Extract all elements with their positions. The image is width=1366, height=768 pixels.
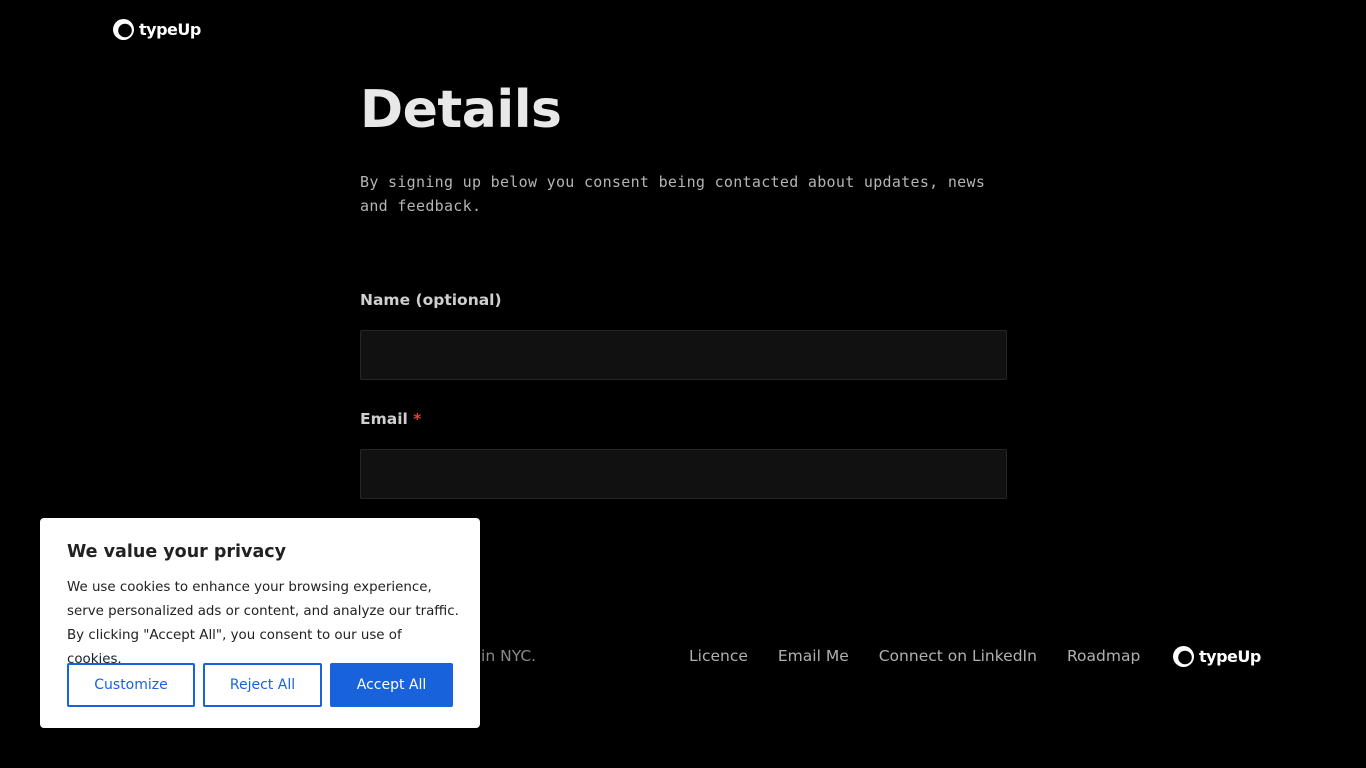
typeup-logo-icon (113, 19, 134, 40)
header-logo[interactable]: typeUp (113, 19, 201, 40)
footer-link-roadmap[interactable]: Roadmap (1067, 647, 1140, 665)
cookie-banner-actions: Customize Reject All Accept All (67, 663, 453, 707)
details-form: Details By signing up below you consent … (360, 78, 1007, 499)
accept-all-button[interactable]: Accept All (330, 663, 453, 707)
customize-button[interactable]: Customize (67, 663, 195, 707)
header-logo-text: typeUp (139, 20, 201, 39)
email-field-label: Email * (360, 409, 421, 429)
cookie-banner-text: We use cookies to enhance your browsing … (67, 580, 459, 667)
footer-logo-text: typeUp (1199, 647, 1261, 666)
name-field-label: Name (optional) (360, 290, 502, 310)
footer-link-licence[interactable]: Licence (689, 647, 748, 665)
name-label-text: Name (optional) (360, 291, 502, 309)
email-input[interactable] (360, 449, 1007, 499)
footer-logo[interactable]: typeUp (1173, 646, 1261, 667)
name-input[interactable] (360, 330, 1007, 380)
required-asterisk: * (413, 410, 422, 428)
reject-all-button[interactable]: Reject All (203, 663, 322, 707)
page-subtitle: By signing up below you consent being co… (360, 173, 986, 215)
page: typeUp Details By signing up below you c… (0, 0, 1366, 768)
footer-links: Licence Email Me Connect on LinkedIn Roa… (689, 647, 1140, 665)
page-title: Details (360, 80, 562, 140)
footer-link-email-me[interactable]: Email Me (778, 647, 849, 665)
typeup-logo-icon (1173, 646, 1194, 667)
cookie-consent-banner: We value your privacy We use cookies to … (40, 518, 480, 728)
footer-link-linkedin[interactable]: Connect on LinkedIn (879, 647, 1037, 665)
cookie-banner-title: We value your privacy (67, 542, 287, 562)
email-label-text: Email (360, 410, 408, 428)
